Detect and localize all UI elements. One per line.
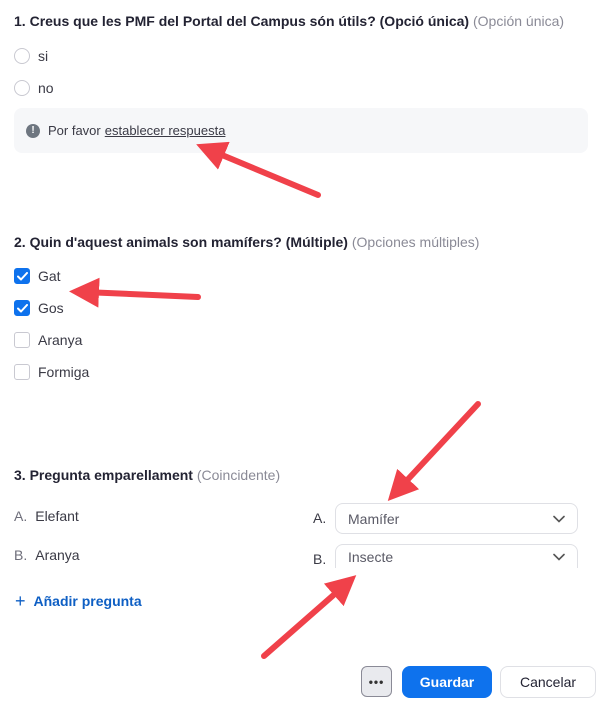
- annotation-arrow-1: [196, 141, 321, 198]
- item-text: Elefant: [35, 508, 79, 524]
- add-question-button[interactable]: + Añadir pregunta: [15, 592, 142, 610]
- option-label: no: [38, 80, 54, 96]
- annotation-arrow-3: [387, 401, 481, 501]
- item-text: Aranya: [35, 547, 80, 563]
- cancel-button[interactable]: Cancelar: [500, 666, 596, 698]
- exclamation-icon: !: [26, 123, 40, 138]
- annotation-arrow-2: [69, 277, 201, 308]
- radio-button[interactable]: [14, 80, 30, 96]
- question-type: (Opción única): [473, 13, 565, 29]
- option-label: Formiga: [38, 364, 90, 380]
- radio-button[interactable]: [14, 48, 30, 64]
- question-2-title: 2. Quin d'aquest animals son mamífers? (…: [14, 234, 479, 250]
- match-select-a[interactable]: Mamífer: [335, 503, 578, 534]
- question-number: 3.: [14, 467, 26, 483]
- q2-option-aranya[interactable]: Aranya: [14, 330, 82, 350]
- checkbox[interactable]: [14, 364, 30, 380]
- question-text: Creus que les PMF del Portal del Campus …: [29, 13, 470, 29]
- q1-option-no[interactable]: no: [14, 78, 54, 98]
- more-options-button[interactable]: •••: [361, 666, 392, 697]
- plus-icon: +: [15, 591, 26, 611]
- option-label: Gat: [38, 268, 61, 284]
- warning-text: Por favor: [48, 123, 101, 138]
- checkmark-icon: [16, 303, 28, 312]
- question-text: Quin d'aquest animals son mamífers? (Múl…: [29, 234, 348, 250]
- match-item-a: A. Elefant: [14, 508, 79, 524]
- ellipsis-icon: •••: [368, 674, 385, 689]
- q1-option-si[interactable]: si: [14, 46, 48, 66]
- q2-option-gos[interactable]: Gos: [14, 298, 64, 318]
- question-type: (Coincidente): [196, 467, 281, 483]
- annotation-arrow-4: [261, 575, 357, 659]
- match-letter: B.: [313, 551, 327, 567]
- select-value: Mamífer: [348, 510, 400, 527]
- checkbox-checked[interactable]: [14, 300, 30, 316]
- checkbox-checked[interactable]: [14, 268, 30, 284]
- item-letter: A.: [14, 508, 28, 524]
- match-item-b: B. Aranya: [14, 547, 80, 563]
- question-number: 1.: [14, 13, 26, 29]
- question-3-title: 3. Pregunta emparellament (Coincidente): [14, 467, 280, 483]
- chevron-down-icon: [553, 553, 565, 561]
- option-label: si: [38, 48, 49, 64]
- option-label: Aranya: [38, 332, 83, 348]
- question-text: Pregunta emparellament: [29, 467, 193, 483]
- question-type: (Opciones múltiples): [351, 234, 480, 250]
- add-question-label: Añadir pregunta: [33, 593, 142, 609]
- match-select-b[interactable]: Insecte: [335, 544, 578, 568]
- save-button[interactable]: Guardar: [402, 666, 492, 698]
- checkbox[interactable]: [14, 332, 30, 348]
- q2-option-gat[interactable]: Gat: [14, 266, 61, 286]
- save-label: Guardar: [419, 674, 475, 690]
- question-number: 2.: [14, 234, 26, 250]
- chevron-down-icon: [553, 515, 565, 523]
- item-letter: B.: [14, 547, 28, 563]
- match-letter: A.: [313, 510, 327, 526]
- question-1-title: 1. Creus que les PMF del Portal del Camp…: [14, 13, 564, 29]
- q2-option-formiga[interactable]: Formiga: [14, 362, 89, 382]
- cancel-label: Cancelar: [519, 674, 577, 690]
- select-value: Insecte: [348, 548, 394, 565]
- set-answer-link[interactable]: establecer respuesta: [105, 123, 226, 138]
- answer-warning: ! Por favor establecer respuesta: [14, 108, 588, 153]
- checkmark-icon: [16, 271, 28, 280]
- option-label: Gos: [38, 300, 64, 316]
